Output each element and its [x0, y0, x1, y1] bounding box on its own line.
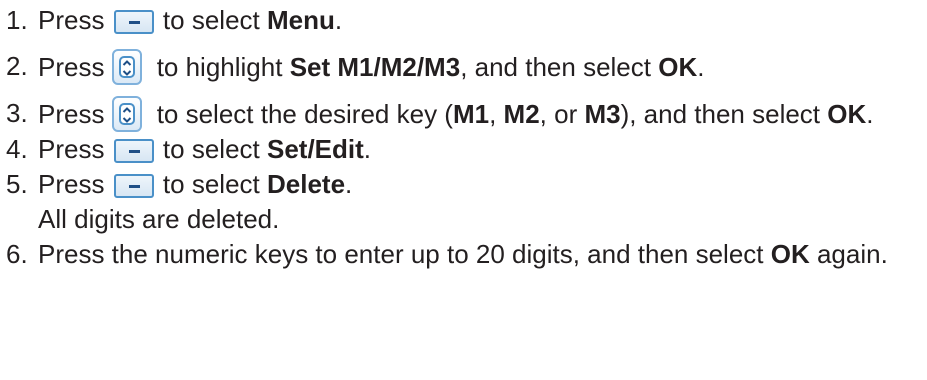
ok-label: OK	[658, 52, 698, 82]
soft-key-minus-icon	[113, 139, 154, 163]
ok-label: OK	[827, 99, 867, 129]
step-5: 5. Press to select Delete. All digits are…	[0, 167, 927, 237]
step-2: 2. Press to highlight Set M1/M2/M3, and …	[0, 49, 927, 85]
step-separator: ,	[489, 99, 504, 129]
step-text: Press to select Set/Edit.	[38, 132, 904, 167]
step-phrase: to highlight	[149, 52, 290, 82]
navigation-up-down-icon	[112, 96, 143, 132]
step-number: 5.	[6, 169, 28, 199]
step-number: 4.	[6, 134, 28, 164]
step-press-word: Press	[38, 169, 105, 199]
step-text: Press to select Menu.	[38, 3, 904, 38]
ok-label: OK	[770, 239, 810, 269]
step-press-word: Press	[38, 5, 105, 35]
step-phrase: , and then select	[460, 52, 659, 82]
step-press-word: Press	[38, 99, 105, 129]
step-text: Press to highlight Set M1/M2/M3, and the…	[38, 49, 904, 85]
m2-label: M2	[503, 99, 540, 129]
step-text: Press to select Delete. All digits are de…	[38, 167, 904, 237]
menu-label: Menu	[266, 5, 335, 35]
step-text: Press to select the desired key (M1, M2,…	[38, 96, 904, 132]
m3-label: M3	[584, 99, 621, 129]
instruction-steps: 1. Press to select Menu. 2. Press to hig…	[0, 3, 927, 272]
step-punctuation: .	[334, 5, 343, 35]
soft-key-minus-icon	[113, 10, 154, 34]
step-phrase: ), and then select	[620, 99, 828, 129]
step-punctuation: .	[363, 134, 372, 164]
step-punctuation: .	[345, 169, 353, 199]
step-1: 1. Press to select Menu.	[0, 3, 927, 38]
step-4: 4. Press to select Set/Edit.	[0, 132, 927, 167]
step-punctuation: .	[866, 99, 874, 129]
step-text: Press the numeric keys to enter up to 20…	[38, 237, 904, 272]
m1-label: M1	[452, 99, 490, 129]
step-phrase: Press the numeric keys to enter up to 20…	[38, 239, 771, 269]
set-edit-label: Set/Edit	[266, 134, 364, 164]
step-press-word: Press	[38, 134, 105, 164]
step-phrase: to select	[155, 134, 267, 164]
step-press-word: Press	[38, 52, 105, 82]
delete-label: Delete	[266, 169, 346, 199]
step-number: 2.	[6, 51, 28, 81]
navigation-up-down-icon	[112, 49, 143, 85]
step-6: 6. Press the numeric keys to enter up to…	[0, 237, 927, 272]
step-number: 6.	[6, 239, 28, 269]
step-phrase: to select the desired key (	[149, 99, 453, 129]
step-3: 3. Press to select the desired key (M1, …	[0, 96, 927, 132]
step-punctuation: .	[697, 52, 705, 82]
set-m1-m2-m3-label: Set M1/M2/M3	[289, 52, 461, 82]
step-phrase: to select	[155, 169, 267, 199]
step-number: 1.	[6, 5, 28, 35]
step-separator: , or	[539, 99, 585, 129]
step-number: 3.	[6, 98, 28, 128]
step-phrase: again.	[809, 239, 888, 269]
step-phrase: to select	[155, 5, 267, 35]
step-note: All digits are deleted.	[38, 204, 280, 234]
soft-key-minus-icon	[113, 174, 154, 198]
